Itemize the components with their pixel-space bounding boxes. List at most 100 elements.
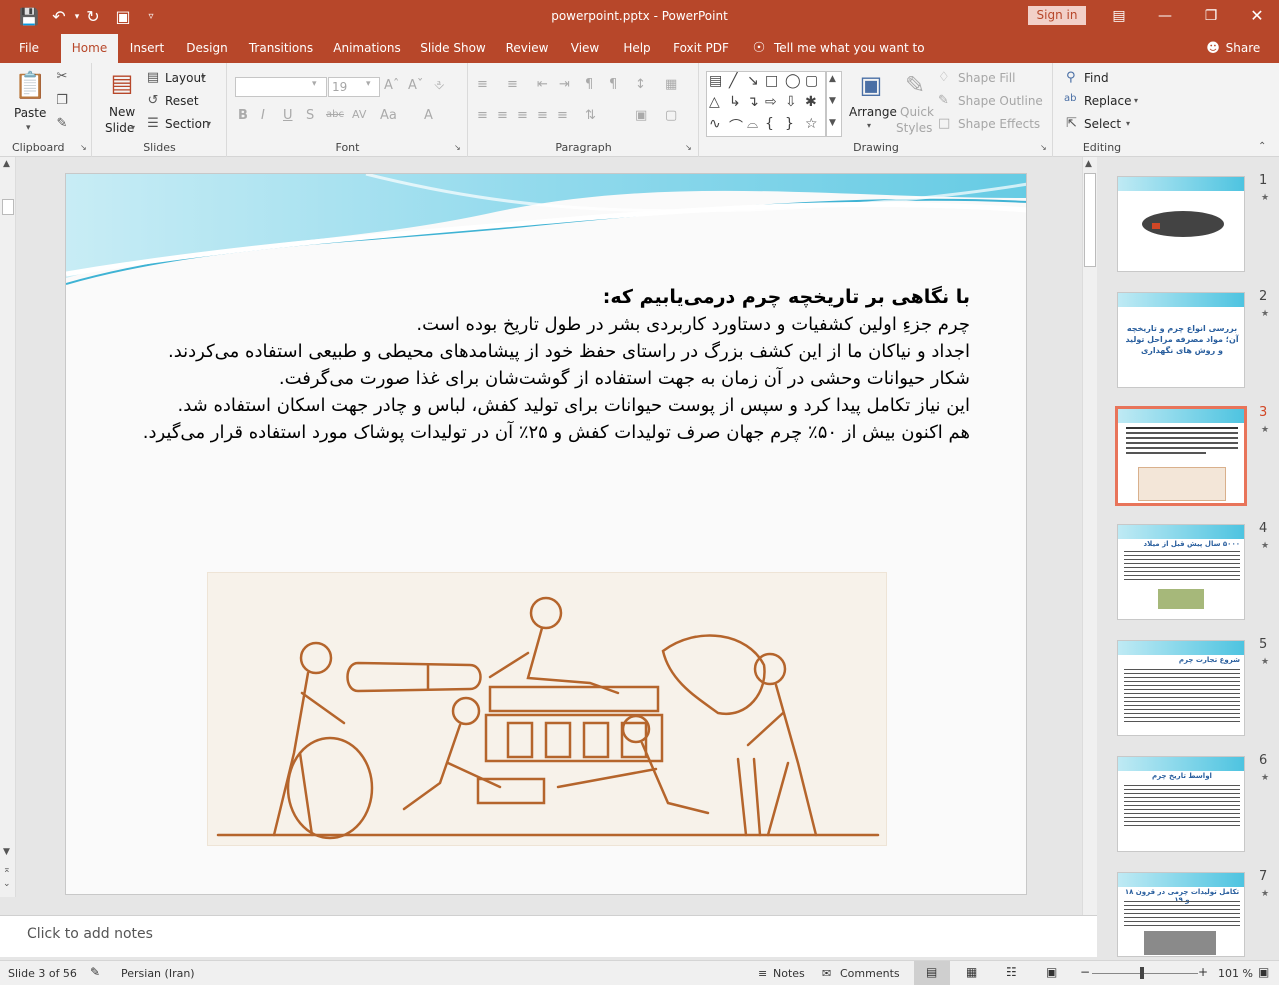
increase-font-icon[interactable]: Aˆ (384, 78, 399, 93)
slide-canvas[interactable]: با نگاهی بر تاریخچه چرم درمی‌یابیم که: چ… (65, 173, 1027, 895)
format-painter-icon[interactable]: ✎ (54, 116, 70, 131)
new-slide-dropdown-icon[interactable]: ▾ (131, 123, 135, 132)
notes-icon[interactable]: ≡ (758, 967, 767, 980)
find-icon[interactable]: ⚲ (1066, 70, 1076, 85)
decrease-indent-icon[interactable]: ⇤ (537, 77, 548, 92)
underline-icon[interactable]: U (283, 108, 293, 123)
shape-arrow-line-icon[interactable]: ↘ (747, 73, 759, 89)
shape-outline-button[interactable]: Shape Outline (958, 94, 1043, 108)
slide-thumbnail-4[interactable]: ۵۰۰۰ سال پیش قبل از میلاد (1117, 524, 1245, 620)
shadow-icon[interactable]: S (306, 108, 314, 123)
zoom-slider-thumb[interactable] (1140, 967, 1144, 979)
slide-thumbnail-6[interactable]: اواسط تاریخ چرم (1117, 756, 1245, 852)
tab-home[interactable]: Home (61, 34, 118, 63)
language-indicator[interactable]: Persian (Iran) (121, 967, 195, 980)
slide-sorter-icon[interactable]: ▦ (966, 965, 977, 979)
text-direction-icon[interactable]: ⇅ (585, 108, 596, 123)
slide-show-view-icon[interactable]: ▣ (1046, 965, 1057, 979)
copy-icon[interactable]: ❐ (54, 93, 70, 108)
paste-button[interactable]: Paste (14, 106, 46, 120)
tab-design[interactable]: Design (180, 34, 234, 63)
share-button[interactable]: Share (1222, 34, 1264, 63)
comments-icon[interactable]: ✉ (822, 967, 831, 980)
shape-right-brace-icon[interactable]: } (785, 116, 794, 132)
increase-indent-icon[interactable]: ⇥ (559, 77, 570, 92)
comments-button[interactable]: Comments (840, 967, 900, 980)
shape-right-arrow-icon[interactable]: ⇨ (765, 94, 777, 110)
strikethrough-icon[interactable]: abc (326, 109, 344, 120)
paragraph-launcher-icon[interactable]: ↘ (685, 143, 692, 152)
align-center-icon[interactable]: ≡ (497, 108, 508, 123)
font-size-dropdown-icon[interactable]: ▾ (366, 79, 371, 89)
replace-icon[interactable]: ab (1064, 93, 1076, 104)
select-icon[interactable]: ⇱ (1066, 116, 1077, 131)
new-slide-label-1[interactable]: New (109, 105, 135, 119)
shape-line-icon[interactable]: ╱ (729, 73, 737, 89)
replace-dropdown-icon[interactable]: ▾ (1134, 96, 1138, 105)
section-dropdown-icon[interactable]: ▾ (207, 119, 211, 128)
columns-icon[interactable]: ▦ (665, 77, 677, 92)
clear-formatting-icon[interactable]: ⎀ (434, 78, 444, 93)
slide-thumbnail-2[interactable]: بررسی انواع چرم و تاریخچه آن؛ مواد مصرفه… (1117, 292, 1245, 388)
font-color-icon[interactable]: A (424, 108, 433, 123)
slide-thumbnail-3[interactable] (1115, 406, 1247, 506)
scroll-up-icon[interactable]: ▲ (1085, 159, 1092, 169)
left-scroll-thumb[interactable] (2, 199, 14, 215)
left-scroll-down-icon[interactable]: ▼ (3, 847, 10, 857)
tab-help[interactable]: Help (616, 34, 658, 63)
shape-oval-icon[interactable]: ◯ (785, 73, 801, 89)
numbering-icon[interactable]: ≡ (507, 77, 518, 92)
shape-triangle-icon[interactable]: △ (709, 94, 720, 110)
shapes-gallery[interactable]: ▤ ╱ ↘ □ ◯ ▢ △ ↳ ↴ ⇨ ⇩ ✱ ∿ ⌒ ⌓ { } ☆ (706, 71, 826, 137)
section-icon[interactable]: ☰ (145, 116, 161, 131)
quick-styles-label-2[interactable]: Styles (896, 121, 932, 135)
fit-to-window-icon[interactable]: ▣ (1258, 965, 1269, 979)
maximize-icon[interactable]: ❐ (1196, 5, 1226, 27)
gallery-down-icon[interactable]: ▼ (829, 96, 836, 106)
leatherwork-illustration[interactable] (207, 572, 887, 846)
quick-styles-label-1[interactable]: Quick (900, 105, 934, 119)
new-slide-icon[interactable]: ▤ (107, 69, 137, 101)
notes-placeholder[interactable]: Click to add notes (27, 926, 153, 942)
shape-fill-button[interactable]: Shape Fill (958, 71, 1015, 85)
slide-thumbnail-5[interactable]: شروع تجارت چرم (1117, 640, 1245, 736)
align-left-icon[interactable]: ≡ (477, 108, 488, 123)
sign-in-button[interactable]: Sign in (1028, 6, 1086, 25)
bullets-icon[interactable]: ≡ (477, 77, 488, 92)
layout-dropdown-icon[interactable]: ▾ (201, 73, 205, 82)
tab-transitions[interactable]: Transitions (244, 34, 318, 63)
gallery-more-icon[interactable]: ▼ (829, 118, 836, 128)
zoom-in-icon[interactable]: + (1198, 965, 1208, 979)
slide-scrollbar[interactable]: ▲ ▼ (1082, 157, 1097, 957)
section-button[interactable]: Section (165, 117, 210, 131)
line-spacing-icon[interactable]: ↕ (635, 77, 646, 92)
zoom-level[interactable]: 101 % (1218, 967, 1253, 980)
font-launcher-icon[interactable]: ↘ (454, 143, 461, 152)
reset-button[interactable]: Reset (165, 94, 199, 108)
character-spacing-icon[interactable]: AV (352, 108, 366, 121)
shape-elbow-icon[interactable]: ↴ (747, 94, 759, 110)
select-dropdown-icon[interactable]: ▾ (1126, 119, 1130, 128)
tell-me-search[interactable]: Tell me what you want to do (774, 34, 940, 84)
tab-file[interactable]: File (8, 34, 50, 63)
normal-view-icon[interactable]: ▤ (926, 965, 937, 979)
left-scroll-up-icon[interactable]: ▲ (3, 159, 10, 169)
close-icon[interactable]: ✕ (1242, 5, 1272, 27)
align-text-icon[interactable]: ▣ (635, 108, 647, 123)
shape-effects-button[interactable]: Shape Effects (958, 117, 1040, 131)
tab-foxit-pdf[interactable]: Foxit PDF (668, 34, 734, 63)
slide-thumbnail-7[interactable]: تکامل تولیدات چرمی در قرون ۱۸ و ۱۹ (1117, 872, 1245, 957)
align-right-icon[interactable]: ≡ (517, 108, 528, 123)
scroll-thumb[interactable] (1084, 173, 1096, 267)
shape-arc2-icon[interactable]: ⌓ (747, 116, 758, 132)
slide-thumbnail-1[interactable] (1117, 176, 1245, 272)
reading-view-icon[interactable]: ☷ (1006, 965, 1017, 979)
gallery-up-icon[interactable]: ▲ (829, 74, 836, 84)
next-slide-icon[interactable]: ⌄ (3, 879, 11, 889)
new-slide-label-2[interactable]: Slide (105, 121, 134, 135)
shape-freeform-icon[interactable]: ✱ (805, 94, 817, 110)
shape-left-brace-icon[interactable]: { (765, 116, 774, 132)
font-name-dropdown-icon[interactable]: ▾ (312, 79, 317, 89)
slide-body-text[interactable]: با نگاهی بر تاریخچه چرم درمی‌یابیم که: چ… (124, 284, 970, 446)
layout-icon[interactable]: ▤ (145, 70, 161, 85)
